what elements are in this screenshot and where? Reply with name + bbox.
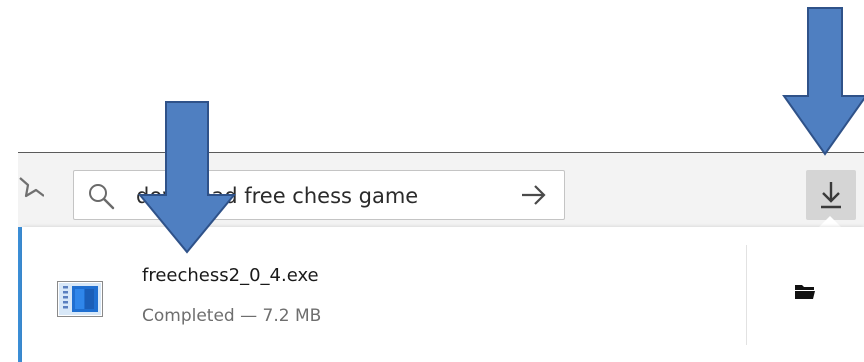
download-filename: freechess2_0_4.exe <box>142 265 319 286</box>
go-arrow-icon[interactable] <box>520 183 548 207</box>
download-icon <box>821 182 841 209</box>
folder-icon <box>795 285 815 299</box>
annotation-arrow-right <box>782 7 864 156</box>
search-icon <box>89 184 115 210</box>
download-status: Completed — 7.2 MB <box>142 306 322 326</box>
downloads-button[interactable] <box>806 170 856 220</box>
exe-file-icon <box>57 281 103 317</box>
open-containing-folder-button[interactable] <box>747 245 864 345</box>
annotation-arrow-left <box>138 101 237 254</box>
bookmark-star-icon[interactable] <box>18 170 44 204</box>
